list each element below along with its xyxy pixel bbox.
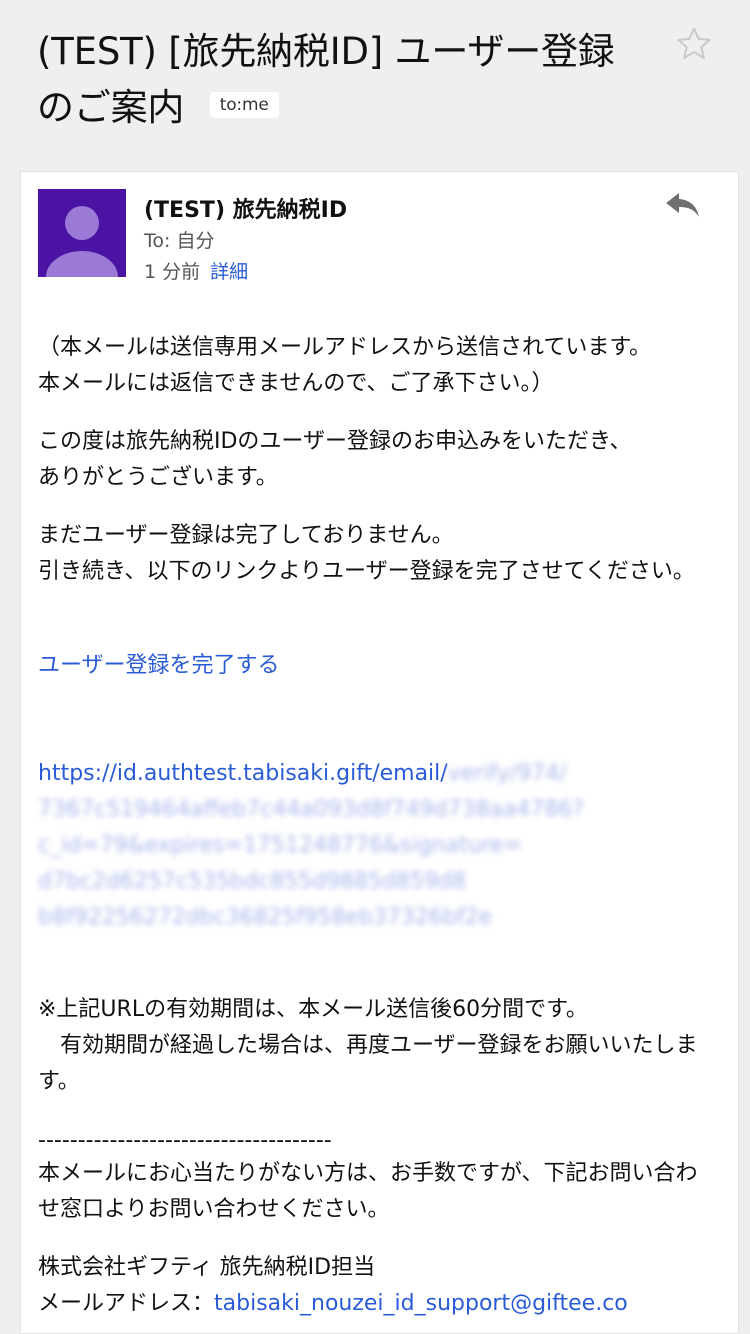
notice-paragraph: （本メールは送信専用メールアドレスから送信されています。 本メールには返信できま… [38, 335, 652, 396]
url-visible-part: https://id.authtest.tabisaki.gift/email/ [38, 761, 448, 786]
message-header: (TEST) [旅先納税ID] ユーザー登録のご案内 to:me [0, 0, 750, 170]
instruction-paragraph: まだユーザー登録は完了しておりません。 引き続き、以下のリンクよりユーザー登録を… [38, 523, 695, 584]
message-body: （本メールは送信専用メールアドレスから送信されています。 本メールには返信できま… [38, 330, 718, 1322]
complete-registration-link[interactable]: ユーザー登録を完了する [38, 648, 718, 684]
subject-text: (TEST) [旅先納税ID] ユーザー登録のご案内 [37, 30, 615, 129]
divider-line: ------------------------------------- [38, 1128, 332, 1153]
message-meta: 1 分前 詳細 [144, 257, 248, 284]
message-card: (TEST) 旅先納税ID To: 自分 1 分前 詳細 （本メールは送信専用メー… [20, 171, 739, 1334]
star-icon[interactable] [670, 20, 718, 68]
details-link[interactable]: 詳細 [210, 261, 248, 283]
sender-name: (TEST) 旅先納税ID [144, 198, 348, 223]
verification-url-link[interactable]: https://id.authtest.tabisaki.gift/email/… [38, 720, 718, 936]
registration-links: ユーザー登録を完了する https://id.authtest.tabisaki… [38, 612, 718, 972]
email-label: メールアドレス： [38, 1291, 215, 1316]
email-line: メールアドレス：tabisaki_nouzei_id_support@gifte… [38, 1286, 718, 1322]
support-email-link[interactable]: tabisaki_nouzei_id_support@giftee.co [214, 1291, 628, 1316]
message-subject: (TEST) [旅先納税ID] ユーザー登録のご案内 to:me [37, 24, 640, 136]
url-blurred-part: verify/974/ 7367c519464affeb7c44a093d8f7… [38, 761, 585, 930]
sender-header: (TEST) 旅先納税ID To: 自分 1 分前 詳細 [21, 172, 738, 290]
thanks-paragraph: この度は旅先納税IDのユーザー登録のお申込みをいただき、 ありがとうございます。 [38, 429, 632, 490]
recipient-chip[interactable]: to:me [209, 91, 279, 118]
expiry-note: ※上記URLの有効期間は、本メール送信後60分間です。 有効期間が経過した場合は… [38, 997, 698, 1094]
recipient-line: To: 自分 [144, 230, 215, 252]
reply-icon[interactable] [664, 190, 702, 220]
signature-line: 株式会社ギフティ 旅先納税ID担当 [38, 1255, 376, 1280]
avatar[interactable] [38, 189, 126, 277]
contact-paragraph: 本メールにお心当たりがない方は、お手数ですが、下記お問い合わせ窓口よりお問い合わ… [38, 1161, 698, 1222]
message-time: 1 分前 [144, 261, 201, 283]
person-avatar-icon [46, 206, 118, 277]
